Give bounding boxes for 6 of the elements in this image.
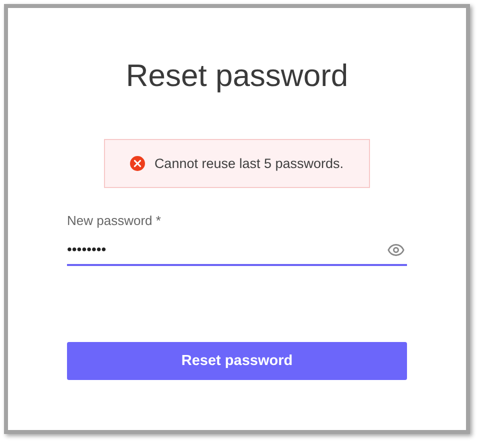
alert-message: Cannot reuse last 5 passwords. <box>154 156 344 171</box>
reset-password-button[interactable]: Reset password <box>67 342 407 380</box>
password-field[interactable]: •••••••• <box>67 233 407 266</box>
page-title: Reset password <box>126 57 348 95</box>
field-label: New password * <box>67 213 162 229</box>
eye-icon[interactable] <box>387 241 405 259</box>
